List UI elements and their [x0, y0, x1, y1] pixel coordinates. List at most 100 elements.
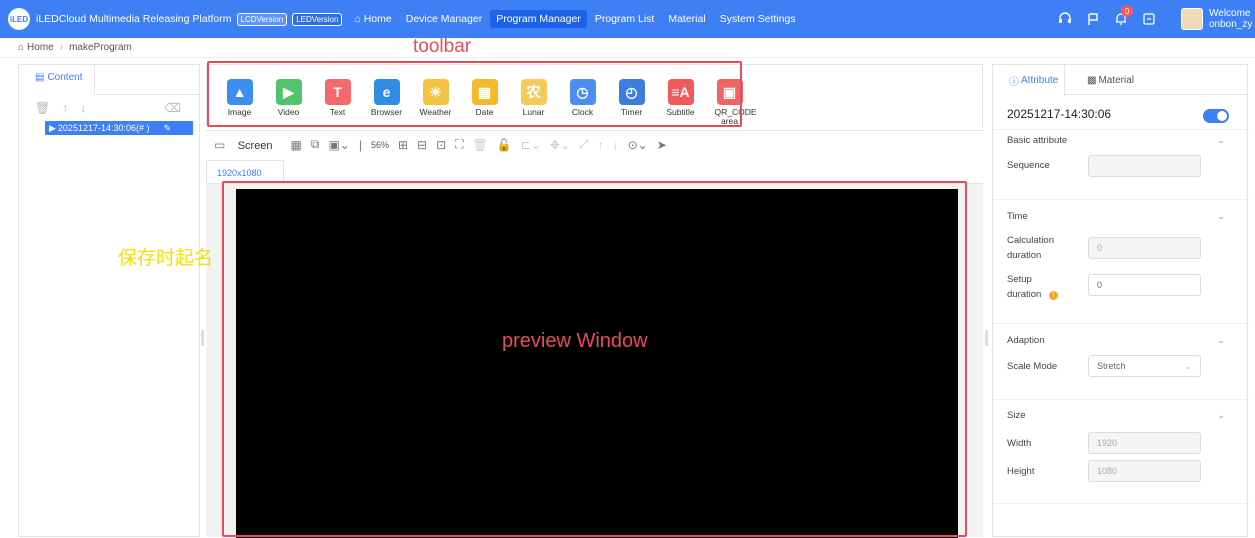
align-icon[interactable]: ⊏⌄: [521, 138, 541, 152]
lcd-version-button[interactable]: LCDVersion: [236, 12, 288, 26]
screen-label: Screen: [237, 139, 273, 152]
header-actions: 0 Welcome onbon_zy: [1057, 0, 1255, 38]
nav-device-manager[interactable]: Device Manager: [406, 13, 482, 25]
headset-icon[interactable]: [1057, 11, 1073, 27]
welcome-text: Welcome: [1209, 8, 1251, 19]
tab-material[interactable]: ▩ Material: [1071, 65, 1134, 95]
actual-size-icon[interactable]: ⊡: [436, 138, 446, 152]
setup-duration-row: Setup duration!: [1007, 272, 1087, 302]
screen-icon[interactable]: [1141, 11, 1157, 27]
height-label: Height: [1007, 466, 1035, 477]
screen-toggle[interactable]: ▭ Screen: [214, 138, 282, 152]
top-nav-bar: iLED iLEDCloud Multimedia Releasing Plat…: [0, 0, 1255, 38]
led-version-button[interactable]: LEDVersion: [292, 12, 343, 26]
scale-mode-select[interactable]: Stretch ⌄: [1088, 355, 1201, 377]
adaption-section[interactable]: Adaption: [1007, 335, 1045, 346]
nav-home-label: Home: [363, 13, 392, 25]
width-input: 1920: [1088, 432, 1201, 454]
chevron-down-icon[interactable]: ⌄: [1217, 135, 1225, 146]
scale-mode-value: Stretch: [1097, 361, 1126, 371]
sequence-input[interactable]: [1088, 155, 1201, 177]
time-section[interactable]: Time: [1007, 211, 1028, 222]
zoom-level: 56%: [371, 139, 390, 150]
calc-duration-input: 0: [1088, 237, 1201, 259]
breadcrumb: ⌂ Home › makeProgram: [0, 38, 1255, 58]
height-input: 1080: [1088, 460, 1201, 482]
chevron-down-icon[interactable]: ⌄: [1217, 335, 1225, 346]
nav-home[interactable]: ⌂ Home: [354, 13, 391, 25]
toolbar-annotation: toolbar: [413, 36, 472, 57]
tab-content-label: Content: [47, 72, 83, 83]
scale-mode-label: Scale Mode: [1007, 361, 1058, 372]
nav-system-settings[interactable]: System Settings: [720, 13, 796, 25]
divider: [993, 129, 1249, 130]
sequence-label: Sequence: [1007, 160, 1050, 171]
flag-icon[interactable]: [1085, 11, 1101, 27]
program-enable-toggle[interactable]: [1203, 109, 1229, 123]
tab-content[interactable]: ▤ Content: [19, 65, 95, 95]
send-icon[interactable]: ➤: [657, 138, 667, 152]
play-icon: ▶: [49, 122, 56, 133]
setup-duration-label: Setup duration: [1007, 274, 1042, 300]
clear-icon[interactable]: ⌫: [164, 101, 181, 115]
save-icon[interactable]: ▣⌄: [328, 138, 349, 152]
preview-annotation: preview Window: [502, 330, 648, 352]
zoom-in-icon[interactable]: ⊞: [398, 138, 408, 152]
program-item-label: 20251217-14:30:06(# ): [57, 123, 150, 133]
material-icon: ▩: [1087, 74, 1097, 86]
monitor-icon: ▭: [214, 137, 226, 152]
toolbar-highlight-box: [207, 61, 742, 127]
divider: [993, 399, 1249, 400]
nav-program-manager[interactable]: Program Manager: [490, 10, 587, 28]
content-icon: ▤: [35, 72, 45, 83]
avatar[interactable]: [1181, 8, 1203, 30]
arrow-up-icon[interactable]: ↑: [62, 101, 68, 115]
app-title: iLEDCloud Multimedia Releasing Platform: [36, 13, 232, 25]
layer-down-icon[interactable]: ↓: [613, 138, 619, 152]
right-splitter-handle[interactable]: [985, 330, 988, 346]
chevron-down-icon[interactable]: ⌄: [1217, 211, 1225, 222]
edit-icon[interactable]: ✎: [164, 123, 172, 134]
bell-icon[interactable]: 0: [1113, 5, 1133, 27]
calc-duration-label: Calculation duration: [1007, 235, 1054, 261]
move-icon[interactable]: ✥⌄: [550, 138, 570, 152]
chevron-right-icon: ›: [59, 42, 64, 53]
breadcrumb-current: makeProgram: [69, 42, 132, 53]
content-panel: ▤ Content 🗑 ↑ ↓ ⌫ ▶ 20251217-14:30:06(# …: [18, 64, 200, 537]
arrow-down-icon[interactable]: ↓: [80, 101, 86, 115]
tab-attribute-label: Attribute: [1021, 75, 1059, 86]
tab-attribute[interactable]: ⓘ Attribute: [993, 65, 1065, 96]
size-section[interactable]: Size: [1007, 410, 1025, 421]
setup-duration-input[interactable]: 0: [1088, 274, 1201, 296]
program-list-item[interactable]: ▶ 20251217-14:30:06(# ) ✎: [45, 121, 193, 135]
program-name: 20251217-14:30:06: [1007, 107, 1112, 121]
edit-toolbar: ▭ Screen ▦ ⧉ ▣⌄ | 56% ⊞ ⊟ ⊡ ⛶ 🗑 🔓 ⊏⌄ ✥⌄ …: [206, 130, 983, 158]
basic-attribute-section[interactable]: Basic attribute: [1007, 135, 1067, 146]
username: onbon_zy: [1209, 19, 1253, 30]
main-nav: ⌂ Home Device Manager Program Manager Pr…: [354, 10, 809, 28]
app-logo[interactable]: iLED: [8, 8, 30, 30]
info-icon: ⓘ: [1009, 77, 1019, 88]
zoom-out-icon[interactable]: ⊟: [417, 138, 427, 152]
divider: [993, 199, 1249, 200]
preview-play-icon[interactable]: ⊙⌄: [628, 138, 648, 152]
save-name-annotation: 保存时起名: [118, 248, 214, 269]
attribute-tabs: ⓘ Attribute ▩ Material: [993, 65, 1247, 96]
lock-icon[interactable]: 🔓: [497, 138, 512, 152]
nav-program-list[interactable]: Program List: [595, 13, 655, 25]
layer-up-icon[interactable]: ↑: [598, 138, 604, 152]
left-splitter-handle[interactable]: [201, 330, 204, 346]
delete-icon[interactable]: 🗑: [35, 101, 50, 115]
grid-icon[interactable]: ▦: [291, 138, 302, 152]
notification-badge: 0: [1121, 5, 1133, 17]
breadcrumb-home[interactable]: Home: [27, 42, 54, 53]
preview-highlight-box: [222, 181, 967, 537]
copy-area-icon[interactable]: ⧉: [311, 137, 320, 152]
fit-screen-icon[interactable]: ⛶: [455, 137, 463, 152]
user-menu[interactable]: Welcome onbon_zy: [1209, 8, 1255, 30]
content-tabs: ▤ Content: [19, 65, 199, 95]
chevron-down-icon[interactable]: ⌄: [1217, 410, 1225, 421]
resize-icon[interactable]: ⤢: [579, 137, 589, 152]
delete-area-icon[interactable]: 🗑: [473, 138, 488, 152]
nav-material[interactable]: Material: [668, 13, 705, 25]
